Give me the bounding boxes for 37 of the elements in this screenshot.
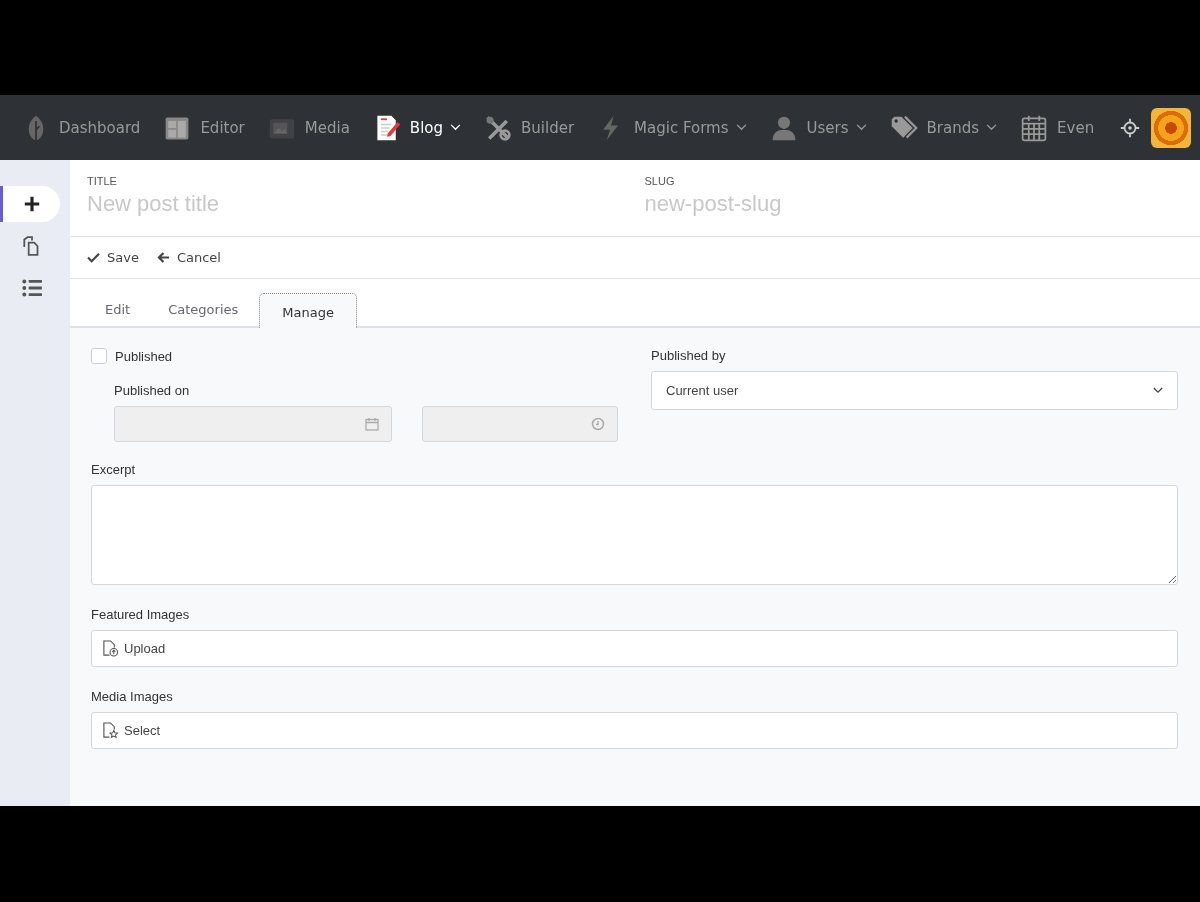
- chevron-down-icon: [1153, 387, 1163, 394]
- sidebar-item[interactable]: [0, 186, 60, 222]
- nav-item[interactable]: Media: [267, 112, 350, 143]
- field-label: TITLE: [87, 175, 118, 187]
- file-star-icon: [102, 722, 119, 739]
- clock-icon: [591, 417, 605, 431]
- nav-item[interactable]: Builder: [484, 112, 575, 143]
- arrow-left-icon: [156, 252, 170, 263]
- tab[interactable]: Manage: [259, 293, 357, 328]
- tab[interactable]: Edit: [88, 302, 148, 326]
- published-checkbox[interactable]: Published: [91, 348, 618, 364]
- avatar-image[interactable]: [1151, 107, 1192, 148]
- nav-item[interactable]: Dashboard: [22, 112, 141, 143]
- upload-field[interactable]: Upload: [91, 630, 1178, 667]
- field-label: Featured Images: [91, 607, 191, 622]
- save-button[interactable]: Save: [87, 250, 139, 265]
- plus-icon: [22, 195, 41, 213]
- field-label: Media Images: [91, 689, 174, 704]
- tab[interactable]: Categories: [151, 302, 256, 326]
- nav-item[interactable]: Blog: [372, 112, 462, 143]
- file-upload-icon: [102, 640, 119, 657]
- field-label: Excerpt: [91, 462, 137, 477]
- nav-item[interactable]: Brands: [889, 112, 998, 143]
- field-label: SLUG: [644, 175, 676, 187]
- select-field[interactable]: Select: [91, 712, 1178, 749]
- cancel-button[interactable]: Cancel: [156, 250, 221, 265]
- field-label: Published by: [651, 348, 727, 363]
- nav-item[interactable]: Even: [1020, 112, 1095, 143]
- check-icon: [87, 252, 100, 263]
- list-icon: [20, 277, 43, 299]
- calendar-icon: [364, 417, 379, 431]
- crosshair-icon[interactable]: [1119, 116, 1142, 139]
- nav-item[interactable]: Editor: [163, 112, 245, 143]
- published-by-select[interactable]: Current user: [651, 371, 1178, 410]
- nav-item[interactable]: Users: [769, 112, 867, 143]
- nav-item[interactable]: Magic Forms: [597, 112, 747, 143]
- field-label: Published on: [114, 383, 191, 398]
